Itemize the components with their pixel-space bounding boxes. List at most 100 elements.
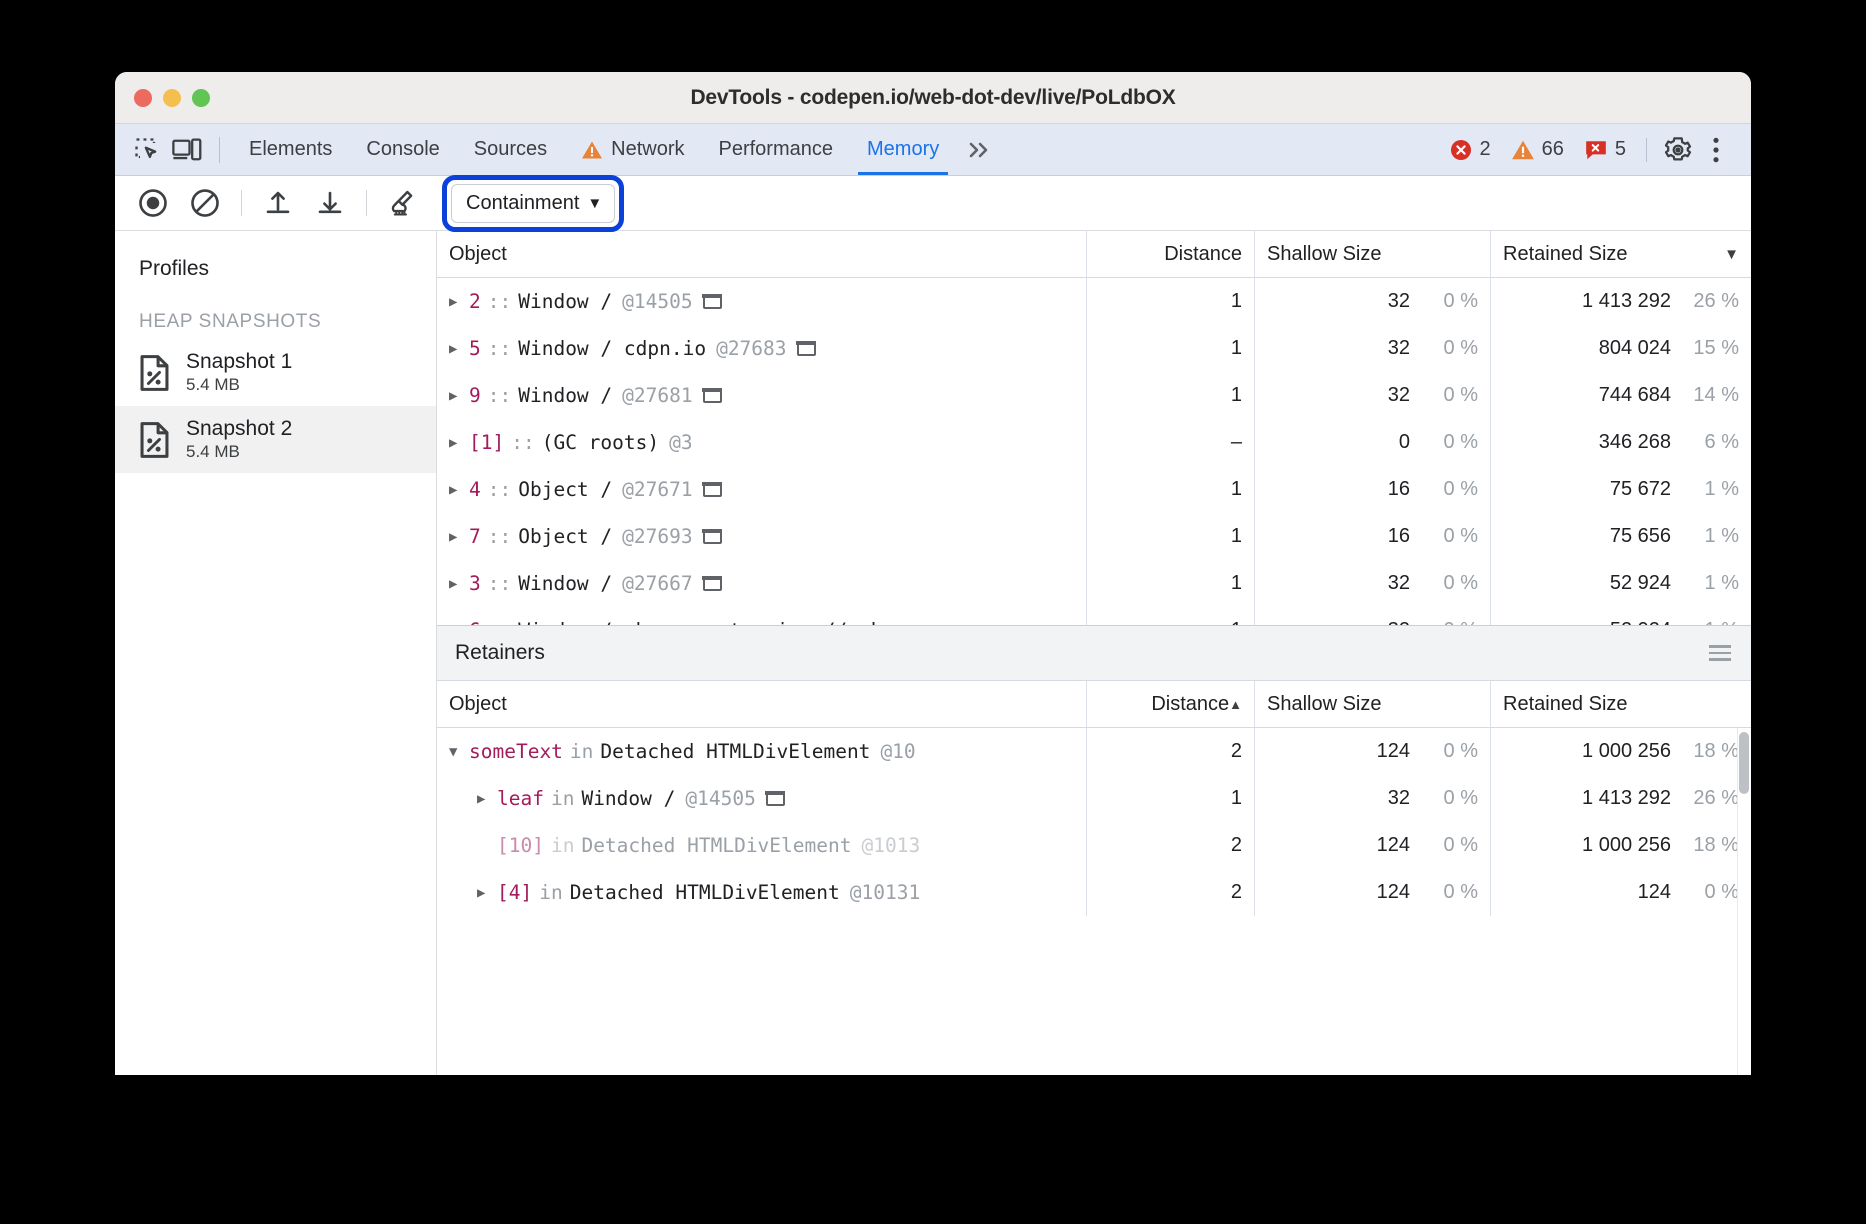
value: 346 268 xyxy=(1599,431,1671,454)
tab-elements[interactable]: Elements xyxy=(232,125,349,175)
value: 1 000 256 xyxy=(1582,740,1671,763)
expand-triangle-icon[interactable]: ▶ xyxy=(449,294,462,310)
more-tabs-chevron-icon[interactable] xyxy=(956,139,1004,161)
column-header-object[interactable]: Object xyxy=(437,681,1087,727)
value: 32 xyxy=(1388,787,1410,810)
error-count-badge[interactable]: 2 xyxy=(1441,138,1499,162)
column-label: Object xyxy=(449,693,507,716)
column-header-distance[interactable]: Distance xyxy=(1087,231,1255,277)
cell-retained-size: 346 268 6 % xyxy=(1491,419,1751,466)
view-selector-value: Containment xyxy=(466,192,579,215)
inspect-element-icon[interactable] xyxy=(127,133,167,167)
issues-count-badge[interactable]: 5 xyxy=(1576,138,1634,161)
percent-value: 26 % xyxy=(1685,290,1739,313)
tab-console[interactable]: Console xyxy=(349,125,456,175)
cell-shallow-size: 320 % xyxy=(1255,560,1491,607)
value: 1 000 256 xyxy=(1582,834,1671,857)
window-object-icon xyxy=(766,791,785,806)
value: 1 xyxy=(1231,290,1242,313)
cell-retained-size: 75 6561 % xyxy=(1491,513,1751,560)
scrollbar-thumb[interactable] xyxy=(1739,732,1749,794)
devtools-tabstrip: Elements Console Sources Network xyxy=(115,124,1751,176)
value: 1 xyxy=(1231,787,1242,810)
device-toolbar-icon[interactable] xyxy=(167,133,207,167)
collapse-triangle-icon[interactable]: ▼ xyxy=(449,744,462,760)
table-row[interactable]: ▶6::Window / chrome-extension://a…kaon13… xyxy=(437,607,1751,625)
expand-triangle-icon[interactable]: ▶ xyxy=(477,791,490,807)
table-row[interactable]: ▶leafinWindow /@145051320 %1 413 29226 % xyxy=(437,775,1751,822)
cell-shallow-size: 320 % xyxy=(1255,278,1491,325)
object-name: Window / xyxy=(518,572,612,595)
table-row[interactable]: ▶7::Object /@276931160 %75 6561 % xyxy=(437,513,1751,560)
vertical-scrollbar[interactable] xyxy=(1737,728,1751,1075)
sidebar-item-snapshot-2[interactable]: Snapshot 2 5.4 MB xyxy=(115,406,436,473)
snapshot-name: Snapshot 2 xyxy=(186,417,292,441)
object-id: @3 xyxy=(669,431,692,454)
value: 32 xyxy=(1388,384,1410,407)
window-object-icon xyxy=(703,388,722,403)
expand-triangle-icon[interactable]: ▶ xyxy=(449,341,462,357)
expand-triangle-icon[interactable]: ▶ xyxy=(449,529,462,545)
object-name: Detached HTMLDivElement xyxy=(600,740,870,763)
expand-triangle-icon[interactable]: ▶ xyxy=(449,482,462,498)
tab-memory[interactable]: Memory xyxy=(850,125,956,175)
tab-performance[interactable]: Performance xyxy=(702,125,851,175)
save-profile-button[interactable] xyxy=(304,182,356,224)
tab-sources[interactable]: Sources xyxy=(457,125,564,175)
tab-network[interactable]: Network xyxy=(564,125,701,175)
hamburger-icon[interactable] xyxy=(1709,645,1731,661)
expand-triangle-icon[interactable]: ▶ xyxy=(477,885,490,901)
object-separator: :: xyxy=(488,525,511,548)
value: 1 xyxy=(1231,337,1242,360)
value: 1 413 292 xyxy=(1582,787,1671,810)
column-header-retained-size[interactable]: Retained Size ▼ xyxy=(1491,231,1751,277)
value: 2 xyxy=(1231,740,1242,763)
expand-triangle-icon[interactable]: ▶ xyxy=(449,388,462,404)
cell-shallow-size: 1240 % xyxy=(1255,728,1491,775)
column-header-shallow-size[interactable]: Shallow Size xyxy=(1255,681,1491,727)
cell-distance: 2 xyxy=(1087,822,1255,869)
load-profile-button[interactable] xyxy=(252,182,304,224)
issues-bubble-icon xyxy=(1584,139,1608,161)
chevron-down-icon: ▼ xyxy=(587,195,602,212)
table-row[interactable]: ▼someTextinDetached HTMLDivElement@10212… xyxy=(437,728,1751,775)
gear-icon[interactable] xyxy=(1659,133,1697,167)
toolbar-divider xyxy=(219,137,220,163)
sidebar-item-snapshot-1[interactable]: Snapshot 1 5.4 MB xyxy=(115,339,436,406)
column-header-shallow-size[interactable]: Shallow Size xyxy=(1255,231,1491,277)
cell-object: ▶2::Window /@14505 xyxy=(437,278,1087,325)
table-row[interactable]: ▶[1]::(GC roots)@3–00 %346 2686 % xyxy=(437,419,1751,466)
table-row[interactable]: ▶4::Object /@276711160 %75 6721 % xyxy=(437,466,1751,513)
expand-triangle-icon[interactable]: ▶ xyxy=(449,435,462,451)
column-header-object[interactable]: Object xyxy=(437,231,1087,277)
more-options-icon[interactable] xyxy=(1697,133,1735,167)
cell-shallow-size: 160 % xyxy=(1255,466,1491,513)
column-header-distance[interactable]: Distance▲ xyxy=(1087,681,1255,727)
tab-label: Memory xyxy=(867,138,939,161)
percent-value: 6 % xyxy=(1685,431,1739,454)
table-row[interactable]: ▶[10]inDetached HTMLDivElement@101321240… xyxy=(437,822,1751,869)
issues-count: 5 xyxy=(1615,138,1626,161)
expand-triangle-icon[interactable]: ▶ xyxy=(449,623,462,626)
table-row[interactable]: ▶2::Window /@145051320 %1 413 29226 % xyxy=(437,278,1751,325)
object-separator: :: xyxy=(488,337,511,360)
column-header-retained-size[interactable]: Retained Size xyxy=(1491,681,1751,727)
table-row[interactable]: ▶9::Window /@276811320 %744 68414 % xyxy=(437,372,1751,419)
clear-button[interactable] xyxy=(179,182,231,224)
record-heap-snapshot-button[interactable] xyxy=(127,182,179,224)
percent-value: 26 % xyxy=(1685,787,1739,810)
table-row[interactable]: ▶3::Window /@276671320 %52 9241 % xyxy=(437,560,1751,607)
warning-count-badge[interactable]: 66 xyxy=(1503,138,1572,161)
object-name: Object / xyxy=(518,525,612,548)
cell-distance: 1 xyxy=(1087,560,1255,607)
retainers-panel-header: Retainers xyxy=(437,625,1751,681)
table-row[interactable]: ▶5::Window / cdpn.io@276831320 %804 0241… xyxy=(437,325,1751,372)
value: 32 xyxy=(1388,337,1410,360)
error-count: 2 xyxy=(1480,138,1491,161)
view-selector-dropdown[interactable]: Containment ▼ xyxy=(451,184,615,223)
collect-garbage-button[interactable] xyxy=(377,182,429,224)
cell-object: ▶[1]::(GC roots)@3 xyxy=(437,419,1087,466)
table-row[interactable]: ▶[4]inDetached HTMLDivElement@1013121240… xyxy=(437,869,1751,916)
cell-distance: 1 xyxy=(1087,513,1255,560)
expand-triangle-icon[interactable]: ▶ xyxy=(449,576,462,592)
